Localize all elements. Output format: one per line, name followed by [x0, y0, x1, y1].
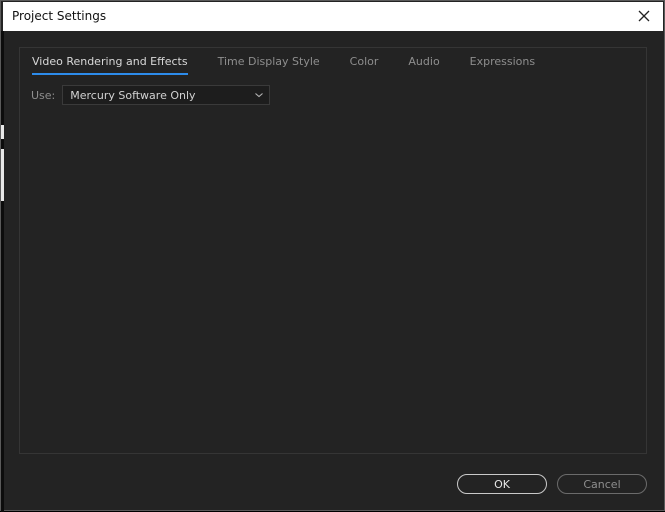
tab-color[interactable]: Color	[350, 55, 379, 75]
title-bar: Project Settings	[3, 2, 663, 31]
close-button[interactable]	[633, 5, 655, 27]
settings-panel: Video Rendering and Effects Time Display…	[19, 47, 647, 454]
chevron-down-icon	[255, 93, 264, 98]
background-window-edge	[1, 31, 4, 512]
renderer-label: Use:	[31, 88, 56, 102]
tab-expressions[interactable]: Expressions	[470, 55, 535, 75]
tab-audio[interactable]: Audio	[408, 55, 439, 75]
project-settings-dialog: Project Settings Video Rendering and Eff…	[0, 0, 665, 512]
cancel-button[interactable]: Cancel	[557, 474, 647, 494]
tab-bar: Video Rendering and Effects Time Display…	[32, 55, 565, 75]
tab-time-display-style[interactable]: Time Display Style	[218, 55, 320, 75]
tab-video-rendering[interactable]: Video Rendering and Effects	[32, 55, 188, 75]
renderer-selected-value: Mercury Software Only	[70, 89, 196, 102]
renderer-row: Use: Mercury Software Only	[31, 85, 271, 105]
close-icon	[638, 10, 650, 22]
dialog-title: Project Settings	[12, 9, 107, 23]
ok-button[interactable]: OK	[457, 474, 547, 494]
renderer-dropdown[interactable]: Mercury Software Only	[62, 85, 271, 105]
